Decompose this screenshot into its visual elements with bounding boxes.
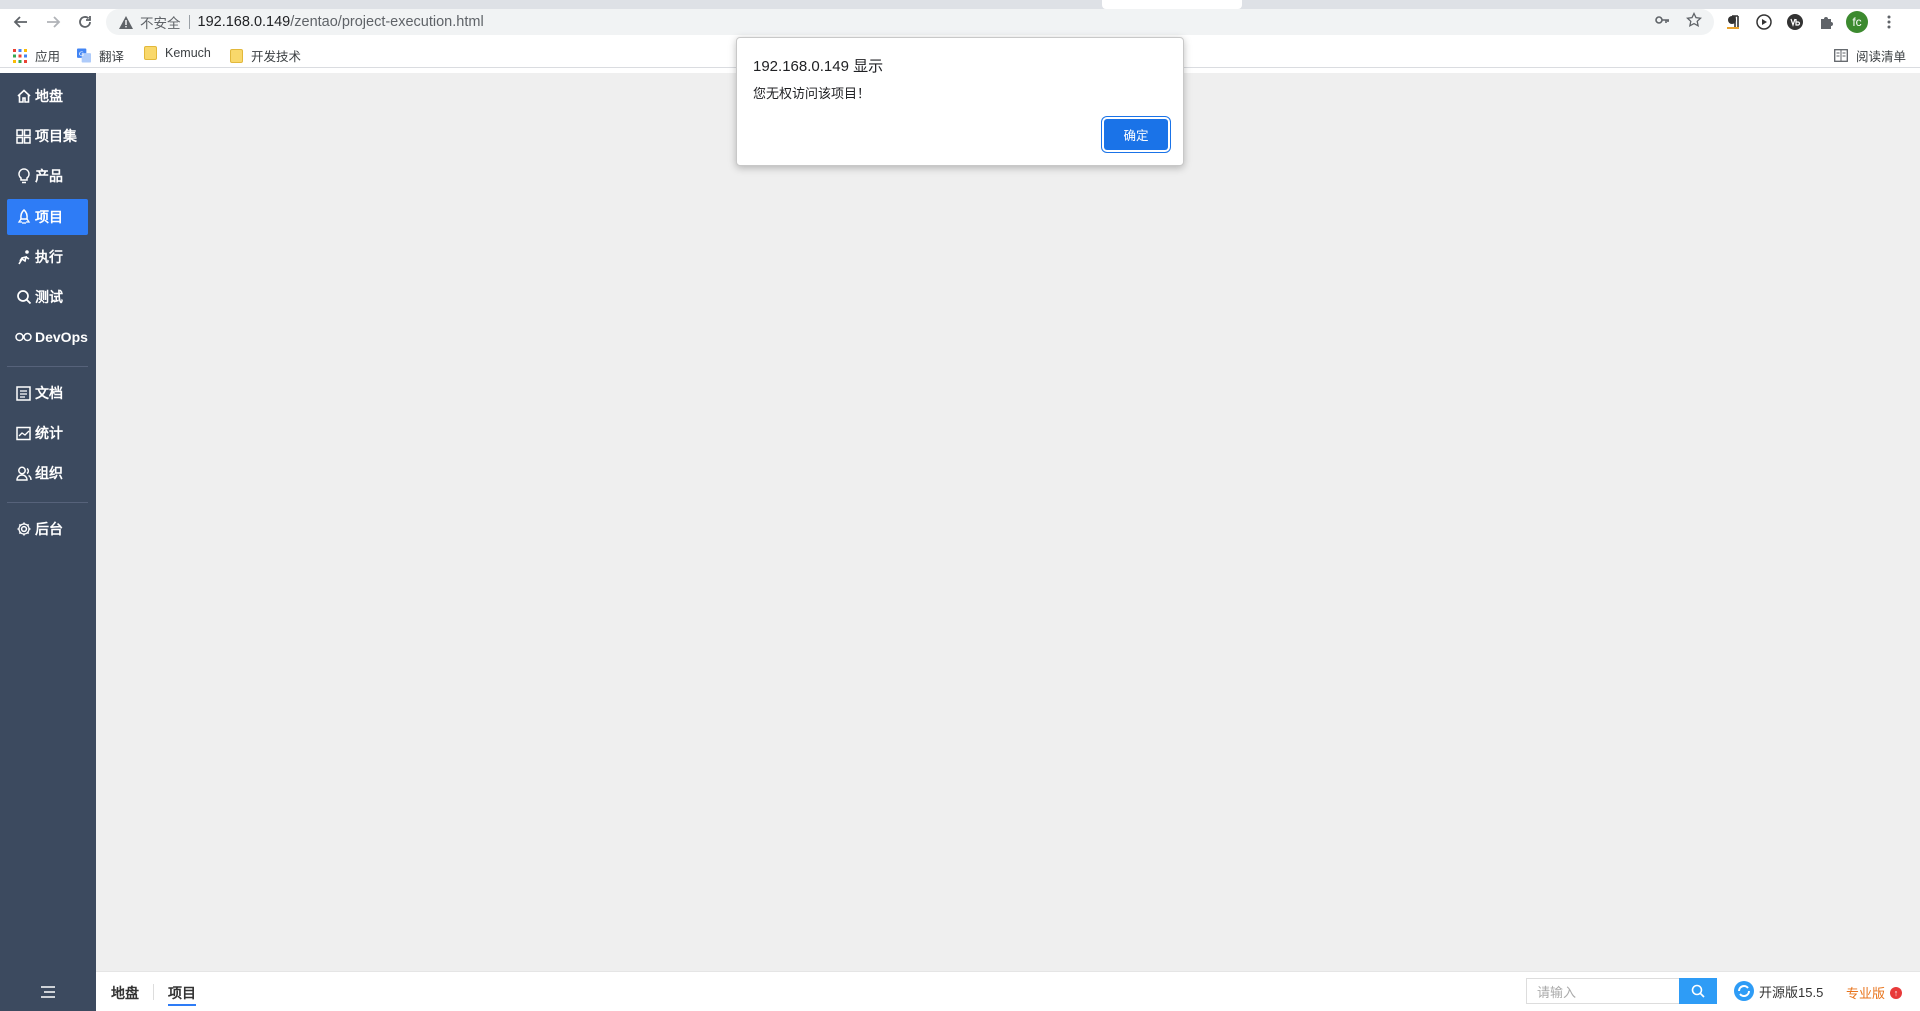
omnibox-separator bbox=[188, 15, 190, 29]
address-bar[interactable]: 不安全 192.168.0.149 /zentao/project-execut… bbox=[106, 9, 1714, 35]
app-sidebar: 地盘 项目集 产品 项目 执行 测试 DevOps 文档 统计 组织 后台 bbox=[0, 73, 96, 1011]
sidebar-item-doc[interactable]: 文档 bbox=[7, 375, 88, 411]
sidebar-item-label: 项目集 bbox=[35, 128, 77, 144]
extension-bar: fc bbox=[1722, 9, 1899, 35]
sidebar-item-label: DevOps bbox=[35, 329, 88, 345]
sidebar-item-home[interactable]: 地盘 bbox=[7, 78, 88, 114]
svg-text:G: G bbox=[79, 50, 84, 58]
search-input[interactable]: 请输入 bbox=[1526, 978, 1679, 1004]
forward-button[interactable] bbox=[41, 10, 65, 34]
active-tab[interactable] bbox=[1102, 0, 1242, 9]
main-content bbox=[96, 73, 1920, 971]
pro-label: 专业版 bbox=[1846, 986, 1886, 1001]
bookmark-folder-kemuch[interactable]: Kemuch bbox=[143, 46, 211, 60]
breadcrumb-project[interactable]: 项目 bbox=[168, 983, 196, 1006]
sidebar-item-product[interactable]: 产品 bbox=[7, 158, 88, 194]
sidebar-item-label: 执行 bbox=[35, 249, 63, 265]
alert-dialog: 192.168.0.149 显示 您无权访问该项目！ 确定 bbox=[736, 37, 1184, 166]
sidebar-item-project[interactable]: 项目 bbox=[7, 199, 88, 235]
lightbulb-icon bbox=[15, 168, 32, 185]
reading-list-button[interactable]: 阅读清单 bbox=[1834, 46, 1906, 65]
edition-info[interactable]: 开源版15.5 bbox=[1733, 980, 1823, 1002]
pilcrow-extension-icon[interactable] bbox=[1722, 12, 1743, 33]
bookmark-label: 翻译 bbox=[99, 50, 125, 64]
puzzle-extensions-icon[interactable] bbox=[1815, 12, 1836, 33]
sidebar-item-label: 测试 bbox=[35, 289, 63, 305]
hamburger-icon bbox=[41, 986, 55, 998]
tab-strip bbox=[0, 0, 1920, 9]
sidebar-item-report[interactable]: 统计 bbox=[7, 415, 88, 451]
folder-icon bbox=[229, 48, 243, 63]
sidebar-item-label: 后台 bbox=[35, 521, 63, 537]
sidebar-item-label: 组织 bbox=[35, 465, 63, 481]
url-host: 192.168.0.149 bbox=[197, 14, 291, 30]
folder-icon bbox=[143, 46, 157, 60]
chart-icon bbox=[15, 425, 32, 442]
bookmark-translate[interactable]: G 翻译 bbox=[77, 46, 124, 65]
sidebar-item-program[interactable]: 项目集 bbox=[7, 118, 88, 154]
document-icon bbox=[15, 385, 32, 402]
insecure-label: 不安全 bbox=[140, 16, 181, 31]
back-button[interactable] bbox=[9, 10, 33, 34]
bookmark-star-icon[interactable] bbox=[1686, 11, 1702, 33]
reading-list-label: 阅读清单 bbox=[1856, 50, 1907, 64]
menu-kebab-icon[interactable] bbox=[1878, 12, 1899, 33]
rocket-icon bbox=[15, 209, 32, 226]
pro-edition-link[interactable]: 专业版 ↑ bbox=[1846, 983, 1903, 1002]
sidebar-item-label: 项目 bbox=[35, 209, 63, 225]
dialog-title: 192.168.0.149 显示 bbox=[753, 58, 884, 75]
sidebar-divider bbox=[7, 366, 88, 367]
ok-button[interactable]: 确定 bbox=[1104, 119, 1168, 150]
footer-bar: 地盘 项目 请输入 开源版15.5 专业版 ↑ bbox=[96, 971, 1920, 1011]
reload-icon bbox=[79, 16, 91, 28]
sidebar-item-label: 文档 bbox=[35, 385, 63, 401]
reading-list-icon bbox=[1834, 49, 1848, 63]
profile-avatar[interactable]: fc bbox=[1846, 11, 1868, 33]
people-icon bbox=[15, 465, 32, 482]
bookmark-label: Kemuch bbox=[165, 46, 211, 60]
gear-icon bbox=[15, 521, 32, 538]
bookmark-label: 应用 bbox=[35, 50, 61, 64]
translate-icon: G bbox=[77, 48, 91, 63]
grid-icon bbox=[15, 128, 32, 145]
bookmark-apps[interactable]: 应用 bbox=[13, 46, 60, 65]
run-icon bbox=[15, 249, 32, 266]
browser-toolbar: 不安全 192.168.0.149 /zentao/project-execut… bbox=[0, 9, 1920, 35]
sidebar-item-admin[interactable]: 后台 bbox=[7, 511, 88, 547]
bookmark-label: 开发技术 bbox=[251, 50, 302, 64]
apps-grid-icon bbox=[13, 48, 27, 63]
zentao-logo-icon bbox=[1734, 981, 1754, 1001]
back-arrow-icon bbox=[13, 16, 27, 28]
sidebar-item-label: 产品 bbox=[35, 168, 63, 184]
search-button[interactable] bbox=[1679, 978, 1717, 1004]
breadcrumb-separator bbox=[153, 984, 154, 1000]
sidebar-item-execution[interactable]: 执行 bbox=[7, 239, 88, 275]
collapse-menu-button[interactable] bbox=[36, 980, 60, 1004]
sidebar-item-devops[interactable]: DevOps bbox=[7, 319, 88, 355]
sidebar-item-label: 统计 bbox=[35, 425, 63, 441]
up-arrow-badge-icon: ↑ bbox=[1890, 986, 1903, 999]
play-extension-icon[interactable] bbox=[1753, 12, 1774, 33]
sidebar-item-label: 地盘 bbox=[35, 88, 63, 104]
breadcrumb-home[interactable]: 地盘 bbox=[111, 983, 139, 1003]
sidebar-divider bbox=[7, 502, 88, 503]
warning-icon[interactable] bbox=[118, 14, 134, 30]
reload-button[interactable] bbox=[73, 10, 97, 34]
search-icon bbox=[1691, 984, 1705, 998]
dialog-message: 您无权访问该项目！ bbox=[753, 86, 871, 101]
magnifier-icon bbox=[15, 289, 32, 306]
forward-arrow-icon bbox=[47, 16, 61, 28]
sidebar-item-test[interactable]: 测试 bbox=[7, 279, 88, 315]
key-icon[interactable] bbox=[1654, 12, 1670, 33]
vb-extension-icon[interactable] bbox=[1784, 12, 1805, 33]
home-icon bbox=[15, 88, 32, 105]
infinity-icon bbox=[15, 329, 32, 346]
bookmark-folder-dev[interactable]: 开发技术 bbox=[229, 46, 301, 65]
sidebar-item-company[interactable]: 组织 bbox=[7, 455, 88, 491]
url-path: /zentao/project-execution.html bbox=[290, 14, 484, 30]
edition-label: 开源版15.5 bbox=[1759, 984, 1824, 1000]
